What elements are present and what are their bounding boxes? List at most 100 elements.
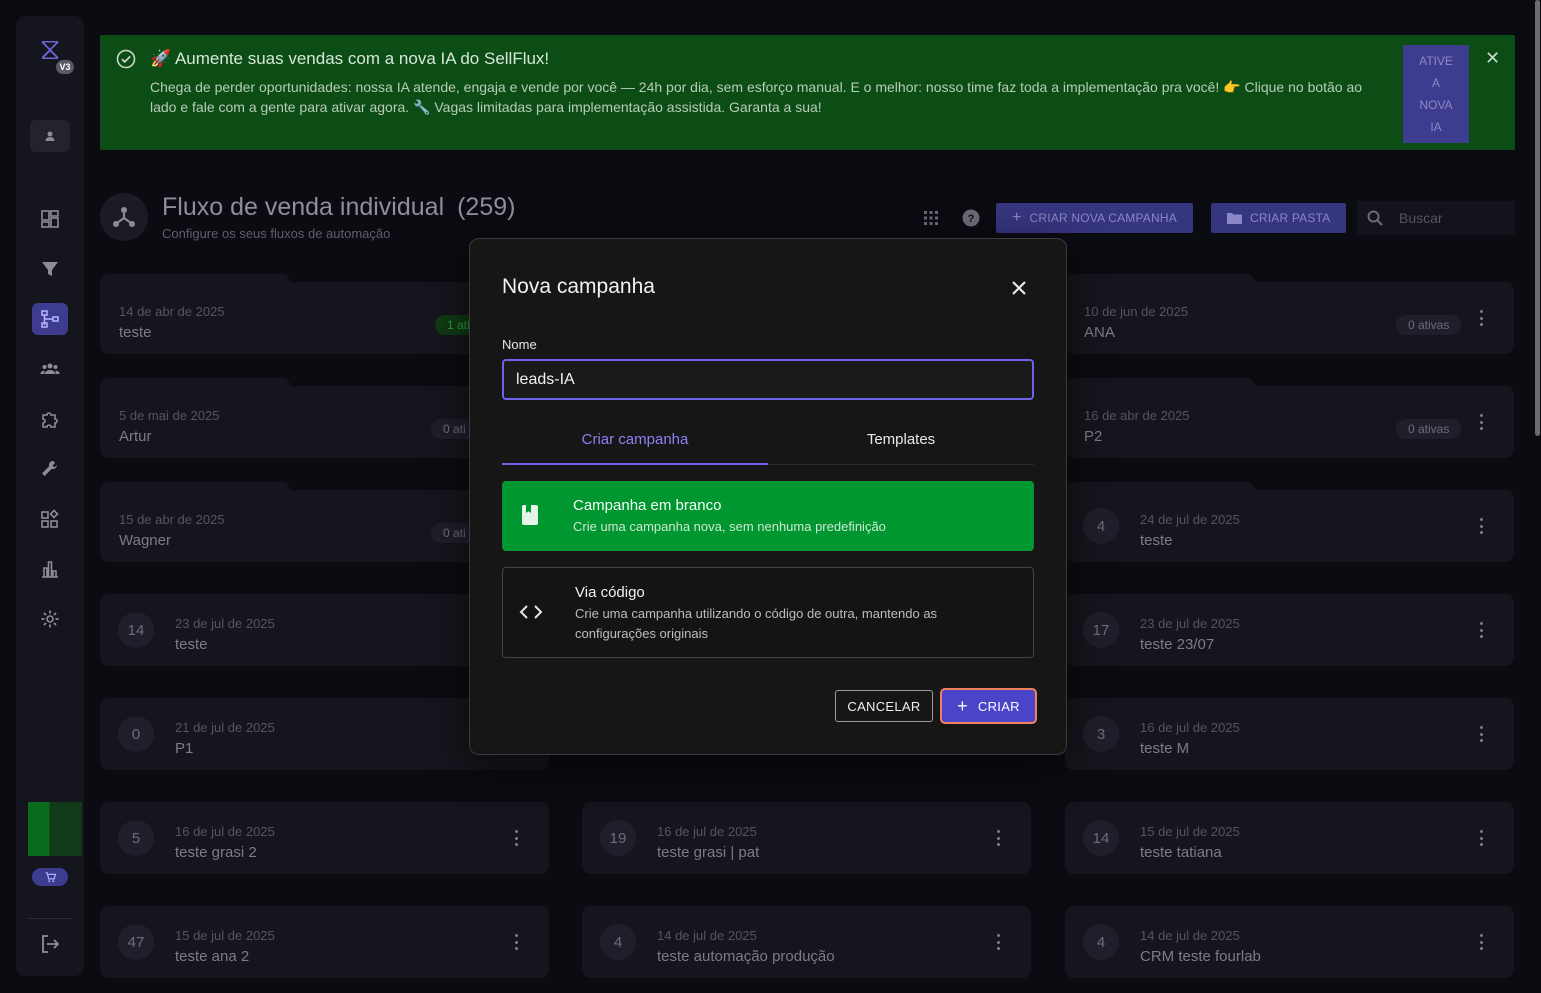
card-date: 16 de abr de 2025	[1084, 408, 1190, 423]
sidebar-item-dashboard[interactable]	[32, 203, 68, 235]
card-count-badge: 4	[600, 924, 636, 960]
campaign-card[interactable]: 47 15 de jul de 2025 teste ana 2	[100, 906, 549, 978]
create-folder-button[interactable]: CRIAR PASTA	[1211, 203, 1347, 233]
filter-icon	[42, 262, 58, 276]
card-date: 15 de jul de 2025	[175, 928, 275, 943]
campaign-card[interactable]: 4 14 de jul de 2025 CRM teste fourlab	[1065, 906, 1514, 978]
card-date: 5 de mai de 2025	[119, 408, 220, 423]
cta-line: ATIVE	[1419, 54, 1453, 68]
sidebar-item-tools[interactable]	[32, 453, 68, 485]
card-menu-icon[interactable]	[1478, 518, 1484, 534]
page-title-count: (259)	[457, 193, 516, 221]
card-menu-icon[interactable]	[1478, 934, 1484, 950]
card-date: 14 de jul de 2025	[1140, 928, 1240, 943]
card-name: teste ana 2	[175, 948, 250, 965]
card-menu-icon[interactable]	[1478, 310, 1484, 326]
card-name: CRM teste fourlab	[1140, 948, 1261, 965]
search-input[interactable]: Buscar	[1399, 210, 1443, 226]
book-icon	[522, 505, 538, 525]
campaign-card[interactable]: 10 de jun de 2025 ANA 0 ativas	[1065, 274, 1514, 354]
sidebar-item-integrations[interactable]	[32, 403, 68, 435]
logout-button[interactable]	[32, 928, 68, 960]
grid-view-button[interactable]	[920, 207, 942, 229]
wrench-icon	[42, 461, 57, 476]
page-subtitle: Configure os seus fluxos de automação	[162, 226, 391, 241]
help-icon: ?	[962, 209, 980, 227]
code-campaign-option[interactable]: Via código Crie uma campanha utilizando …	[502, 567, 1034, 658]
campaign-name-input[interactable]	[502, 359, 1034, 400]
create-folder-label: CRIAR PASTA	[1250, 211, 1331, 225]
card-date: 15 de abr de 2025	[119, 512, 225, 527]
code-icon	[519, 605, 543, 619]
promo-banner: 🚀 Aumente suas vendas com a nova IA do S…	[100, 35, 1515, 150]
sidebar-cart-button[interactable]	[32, 868, 68, 886]
plus-icon: +	[957, 696, 968, 716]
campaign-card[interactable]: 4 24 de jul de 2025 teste	[1065, 482, 1514, 562]
card-menu-icon[interactable]	[1478, 622, 1484, 638]
card-menu-icon[interactable]	[1478, 726, 1484, 742]
sidebar-item-contacts[interactable]	[32, 353, 68, 385]
puzzle-icon	[42, 412, 58, 428]
logout-icon	[42, 935, 60, 953]
card-menu-icon[interactable]	[513, 934, 519, 950]
campaign-card[interactable]: 4 14 de jul de 2025 teste automação produç…	[582, 906, 1031, 978]
flow-icon	[41, 310, 59, 328]
sidebar-promo-block[interactable]	[28, 802, 82, 856]
cancel-button[interactable]: CANCELAR	[835, 690, 933, 722]
gear-icon	[41, 610, 59, 628]
card-count-badge: 4	[1083, 924, 1119, 960]
cta-line: A	[1431, 76, 1440, 90]
cta-line: IA	[1430, 120, 1442, 134]
card-menu-icon[interactable]	[995, 830, 1001, 846]
blank-campaign-option[interactable]: Campanha em branco Crie uma campanha nov…	[502, 481, 1034, 551]
tab-create-campaign[interactable]: Criar campanha	[502, 423, 768, 465]
card-date: 23 de jul de 2025	[1140, 616, 1240, 631]
new-campaign-modal: Nova campanha Nome Criar campanha Templa…	[469, 238, 1067, 755]
create-campaign-button[interactable]: + CRIAR NOVA CAMPANHA	[996, 203, 1193, 233]
create-button[interactable]: + CRIAR	[940, 688, 1037, 724]
search-box[interactable]: Buscar	[1357, 201, 1515, 235]
create-button-label: CRIAR	[977, 698, 1020, 714]
campaign-card[interactable]: 3 16 de jul de 2025 teste M	[1065, 698, 1514, 770]
card-date: 16 de jul de 2025	[175, 824, 275, 839]
sidebar-item-reports[interactable]	[32, 553, 68, 585]
help-button[interactable]: ?	[960, 207, 982, 229]
campaign-card[interactable]: 16 de abr de 2025 P2 0 ativas	[1065, 378, 1514, 458]
tab-templates[interactable]: Templates	[768, 423, 1034, 465]
card-date: 16 de jul de 2025	[657, 824, 757, 839]
card-name: teste	[175, 636, 208, 653]
modal-close-button[interactable]	[1008, 277, 1030, 299]
card-date: 16 de jul de 2025	[1140, 720, 1240, 735]
folder-icon	[1227, 213, 1242, 224]
campaign-card[interactable]: 5 16 de jul de 2025 teste grasi 2	[100, 802, 549, 874]
create-campaign-label: CRIAR NOVA CAMPANHA	[1029, 211, 1177, 225]
card-name: Wagner	[119, 532, 171, 549]
sidebar-item-settings[interactable]	[32, 603, 68, 635]
svg-text:?: ?	[968, 213, 975, 225]
cart-icon	[44, 871, 56, 882]
card-menu-icon[interactable]	[1478, 414, 1484, 430]
sidebar-item-flows[interactable]	[32, 303, 68, 335]
card-name: teste 23/07	[1140, 636, 1215, 653]
campaign-card[interactable]: 17 23 de jul de 2025 teste 23/07	[1065, 594, 1514, 666]
user-avatar[interactable]	[30, 120, 70, 152]
card-name: teste M	[1140, 740, 1190, 757]
user-icon	[45, 131, 55, 141]
card-name: P2	[1084, 428, 1103, 445]
card-menu-icon[interactable]	[1478, 830, 1484, 846]
card-tab	[100, 482, 290, 494]
campaign-card[interactable]: 19 16 de jul de 2025 teste grasi | pat	[582, 802, 1031, 874]
card-menu-icon[interactable]	[513, 830, 519, 846]
sidebar-item-widgets[interactable]	[32, 503, 68, 535]
activate-ia-button[interactable]: ATIVE A NOVA IA	[1403, 45, 1469, 143]
users-icon	[40, 363, 60, 374]
cta-line: NOVA	[1419, 98, 1453, 112]
banner-close-icon[interactable]: ✕	[1485, 49, 1501, 67]
card-menu-icon[interactable]	[995, 934, 1001, 950]
banner-text: Chega de perder oportunidades: nossa IA …	[150, 79, 1363, 115]
card-date: 21 de jul de 2025	[175, 720, 275, 735]
page-flow-icon	[100, 193, 148, 241]
campaign-card[interactable]: 14 15 de jul de 2025 teste tatiana	[1065, 802, 1514, 874]
scrollbar[interactable]	[1535, 0, 1540, 436]
sidebar-item-filter[interactable]	[32, 253, 68, 285]
